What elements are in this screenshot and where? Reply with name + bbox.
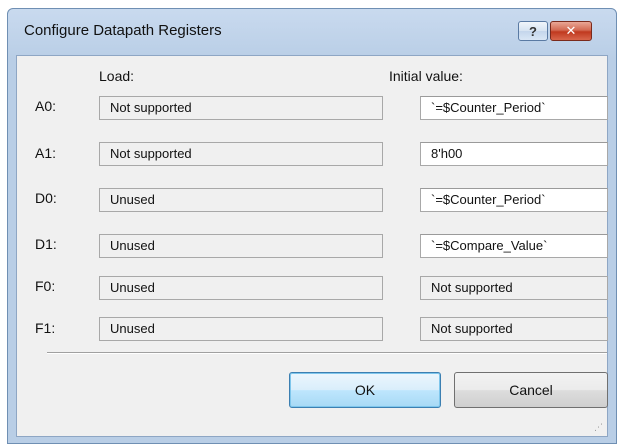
d1-load-field[interactable]: Unused [99,234,383,258]
initial-value-column-header: Initial value: [389,68,463,84]
help-button[interactable]: ? [518,21,548,41]
row-label-d0: D0: [35,190,57,206]
help-icon: ? [529,23,537,39]
a0-initial-value-input[interactable]: `=$Counter_Period` [420,96,608,120]
dialog-title: Configure Datapath Registers [24,22,222,39]
d0-initial-value-input[interactable]: `=$Counter_Period` [420,188,608,212]
separator-line [47,352,607,354]
f0-load-field[interactable]: Unused [99,276,383,300]
d1-initial-value-input[interactable]: `=$Compare_Value` [420,234,608,258]
configure-datapath-dialog: Configure Datapath Registers ? ✕ Load: I… [7,8,617,444]
f0-initial-value-field: Not supported [420,276,608,300]
a1-load-field: Not supported [99,142,383,166]
load-column-header: Load: [99,68,135,84]
cancel-button[interactable]: Cancel [454,372,608,408]
row-label-d1: D1: [35,236,57,252]
a1-initial-value-input[interactable]: 8'h00 [420,142,608,166]
resize-grip-icon[interactable]: ⋰ [593,422,603,432]
d0-load-field[interactable]: Unused [99,188,383,212]
ok-button[interactable]: OK [289,372,441,408]
title-bar[interactable]: Configure Datapath Registers ? ✕ [8,9,616,55]
close-icon: ✕ [565,23,577,38]
row-label-f1: F1: [35,320,56,336]
row-label-f0: F0: [35,278,56,294]
f1-initial-value-field: Not supported [420,317,608,341]
a0-load-field: Not supported [99,96,383,120]
dialog-body: Load: Initial value: A0: Not supported `… [16,55,608,437]
row-label-a1: A1: [35,145,57,161]
row-label-a0: A0: [35,98,57,114]
f1-load-field[interactable]: Unused [99,317,383,341]
close-button[interactable]: ✕ [550,21,592,41]
